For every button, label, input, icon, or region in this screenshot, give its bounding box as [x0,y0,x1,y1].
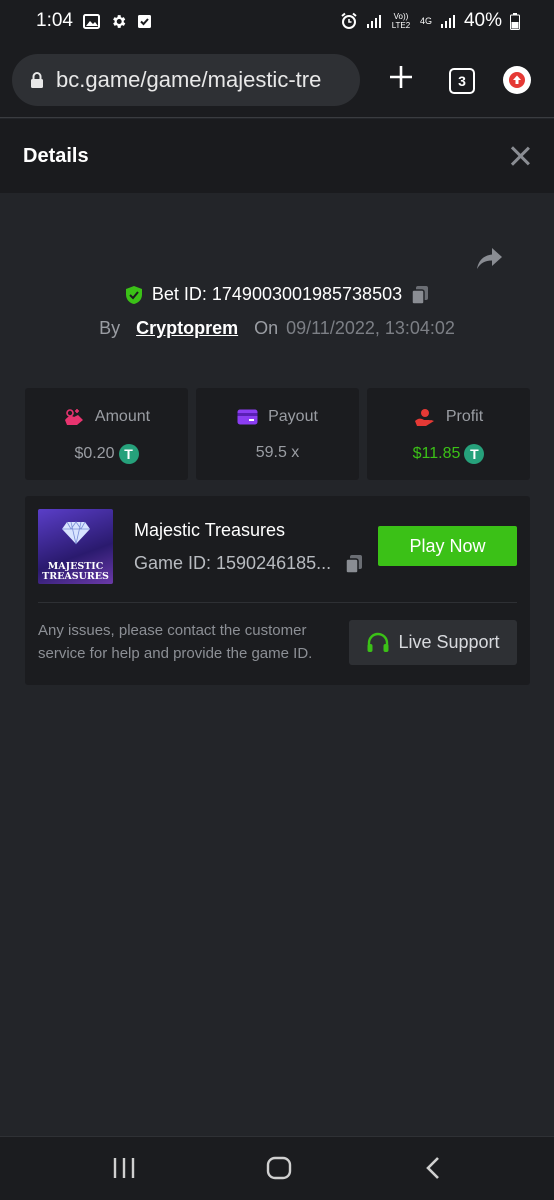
payout-value: 59.5 x [255,444,300,461]
address-bar[interactable]: bc.game/game/majestic-tre [12,54,360,106]
alarm-icon [341,12,357,29]
bet-id: Bet ID: 1749003001985738503 [151,284,403,304]
page-title: Details [23,144,89,167]
support-note: Any issues, please contact the customer … [38,622,313,662]
payout-label: Payout [268,408,318,425]
url-text: bc.game/game/majestic-tre [56,67,322,92]
image-icon [82,13,100,29]
volte-label: Vo)) LTE2 [391,12,411,30]
live-support-button[interactable]: Live Support [349,620,517,665]
profit-value: $11.85 [412,445,461,462]
game-id: Game ID: 1590246185... [134,553,332,573]
profit-label: Profit [445,408,484,425]
battery-icon [510,12,520,30]
signal-icon [366,15,381,28]
game-name: Majestic Treasures [134,520,286,540]
headset-icon [367,632,389,652]
profit-card: Profit $11.85 T [367,388,530,480]
new-tab-icon[interactable] [386,62,416,92]
system-nav-bar [0,1136,554,1200]
close-icon[interactable] [509,145,531,167]
tab-count: 3 [458,73,466,89]
diamond-icon [62,521,90,545]
battery-percent: 40% [463,10,502,31]
bet-id-row: Bet ID: 1749003001985738503 [0,284,554,305]
payout-card-icon [237,409,258,425]
verified-shield-icon [125,285,142,304]
profit-icon [414,409,434,426]
play-now-button[interactable]: Play Now [378,526,517,566]
network-type-label: 4G [419,16,432,26]
amount-card: Amount $0.20 T [25,388,188,480]
recent-apps-icon[interactable] [112,1157,136,1179]
divider [38,602,517,603]
details-header: Details [0,119,554,193]
status-time: 1:04 [36,10,73,31]
amount-icon [64,409,83,425]
update-icon[interactable] [503,66,531,94]
on-label: On [254,318,279,338]
live-support-label: Live Support [398,632,500,652]
signal-icon-2 [440,15,455,28]
amount-label: Amount [94,408,151,425]
copy-icon[interactable] [344,554,364,574]
checkbox-icon [137,14,151,28]
game-thumbnail[interactable]: MAJESTIC TREASURES [38,509,113,584]
share-icon[interactable] [476,246,504,272]
payout-card: Payout 59.5 x [196,388,359,480]
status-bar: 1:04 Vo)) LTE2 4G 40% [0,0,554,42]
game-card: MAJESTIC TREASURES Majestic Treasures Ga… [25,496,530,685]
usdt-icon: T [118,444,139,464]
username-link[interactable]: Cryptoprem [136,318,238,339]
browser-toolbar: bc.game/game/majestic-tre 3 [0,42,554,118]
gear-icon [113,14,126,28]
tab-switcher-button[interactable]: 3 [449,68,475,94]
home-icon[interactable] [266,1156,292,1180]
back-icon[interactable] [424,1156,442,1180]
bet-meta-row: By Cryptoprem On 09/11/2022, 13:04:02 [0,318,554,339]
bet-date: 09/11/2022, 13:04:02 [286,318,455,338]
amount-value: $0.20 [74,445,115,462]
usdt-icon: T [464,444,485,464]
copy-icon[interactable] [410,285,430,305]
by-label: By [99,318,121,338]
lock-icon [31,72,43,88]
thumb-title-line2: TREASURES [42,571,109,582]
